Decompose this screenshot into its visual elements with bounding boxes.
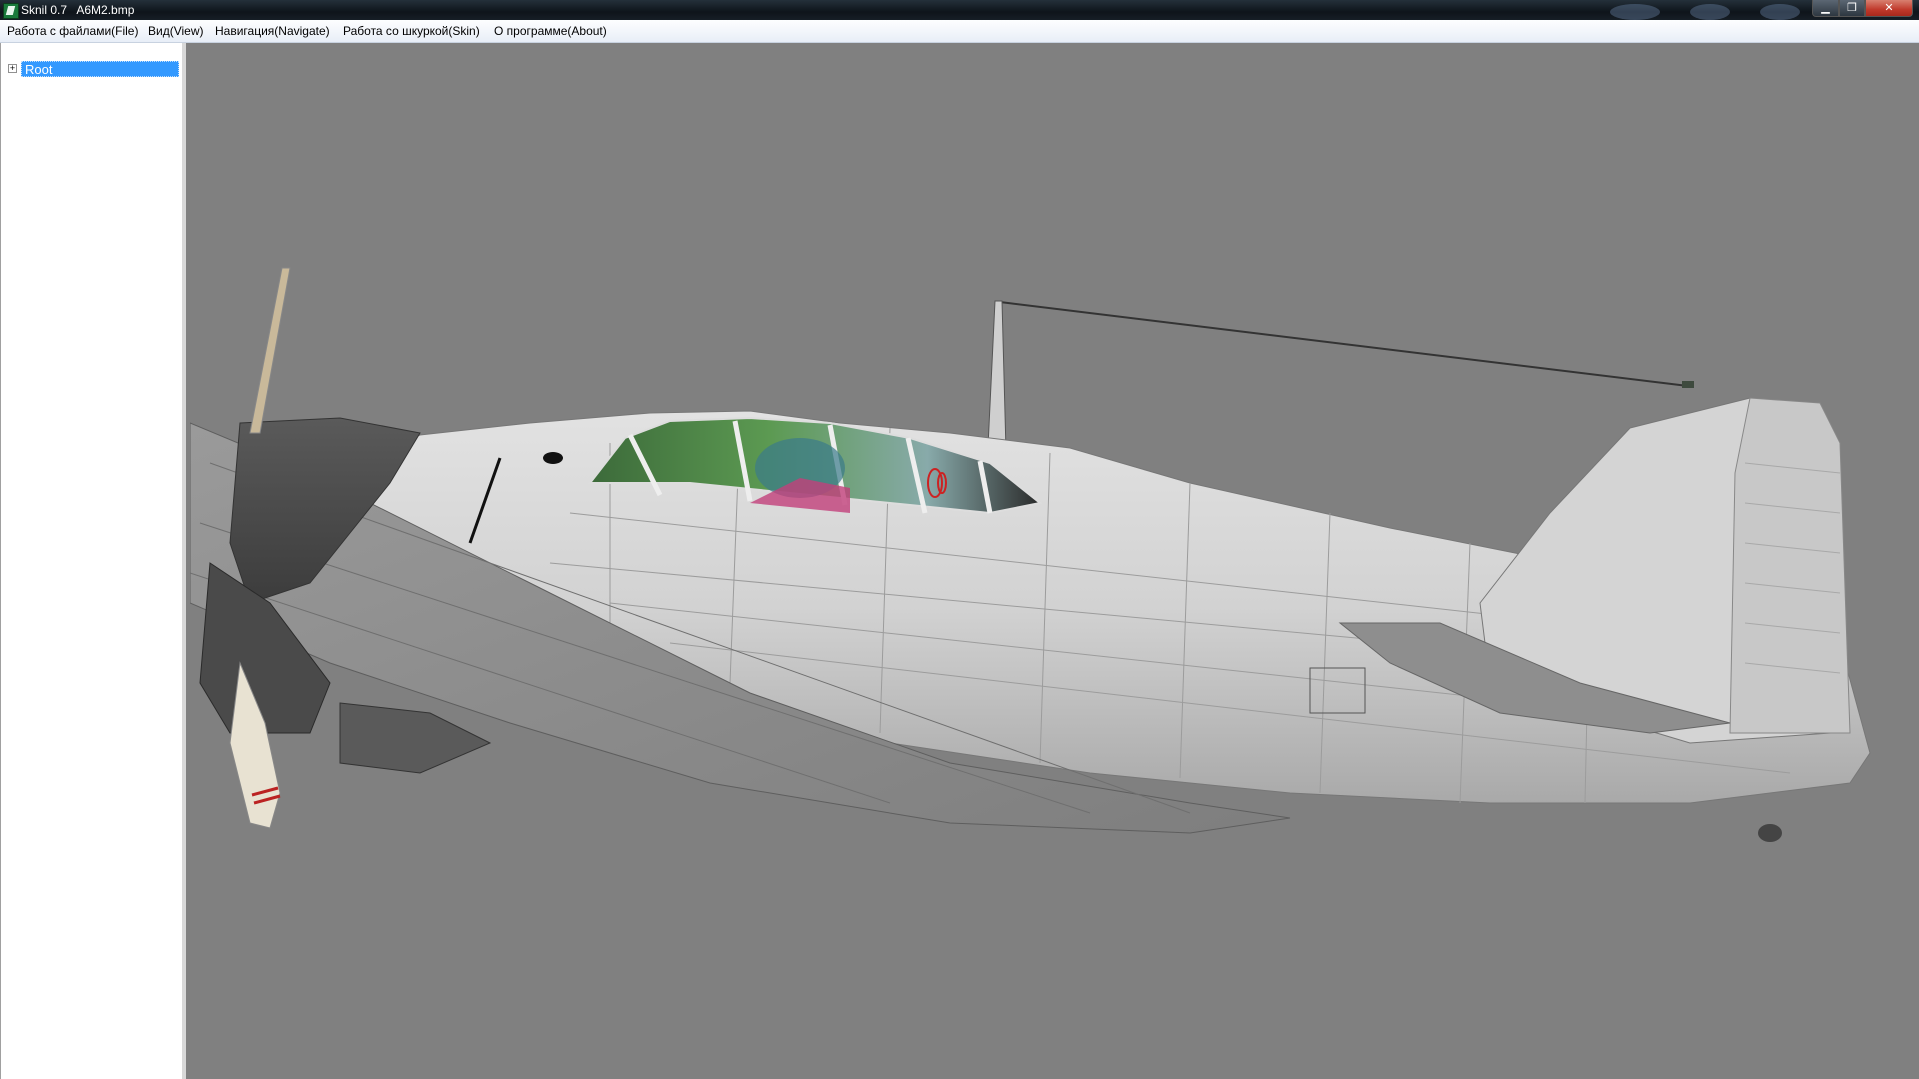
close-button[interactable]: ✕ <box>1865 0 1913 17</box>
tree-node-label[interactable]: Root <box>21 61 179 77</box>
3d-viewport[interactable] <box>190 43 1919 1079</box>
propeller-blade-top <box>249 267 291 434</box>
menu-file[interactable]: Работа с файлами(File) <box>7 23 138 39</box>
menu-skin[interactable]: Работа со шкуркой(Skin) <box>343 23 480 39</box>
menu-bar: Работа с файлами(File) Вид(View) Навигац… <box>0 20 1919 43</box>
expand-icon[interactable]: + <box>8 64 17 73</box>
drop-tank <box>339 702 492 774</box>
window-title: Sknil 0.7 A6M2.bmp <box>21 3 135 17</box>
antenna-tip <box>1682 381 1694 388</box>
fuselage-hatch <box>543 452 563 464</box>
taskbar-glow <box>1760 4 1800 20</box>
aircraft-model <box>190 267 1871 842</box>
tail-wheel <box>1758 824 1782 842</box>
taskbar-glow <box>1610 4 1660 20</box>
menu-about[interactable]: О программе(About) <box>494 23 607 39</box>
maximize-button[interactable]: ❐ <box>1839 0 1865 17</box>
rudder <box>1729 397 1851 734</box>
minimize-button[interactable]: ▁ <box>1812 0 1839 17</box>
menu-navigate[interactable]: Навигация(Navigate) <box>215 23 330 39</box>
title-bar[interactable]: Sknil 0.7 A6M2.bmp ▁ ❐ ✕ <box>0 0 1919 20</box>
menu-view[interactable]: Вид(View) <box>148 23 204 39</box>
taskbar-glow <box>1690 4 1730 20</box>
antenna-wire <box>999 301 1689 387</box>
tree-node-root[interactable]: + Root <box>7 61 183 77</box>
app-icon <box>3 3 19 19</box>
tree-panel: + Root <box>0 43 186 1079</box>
